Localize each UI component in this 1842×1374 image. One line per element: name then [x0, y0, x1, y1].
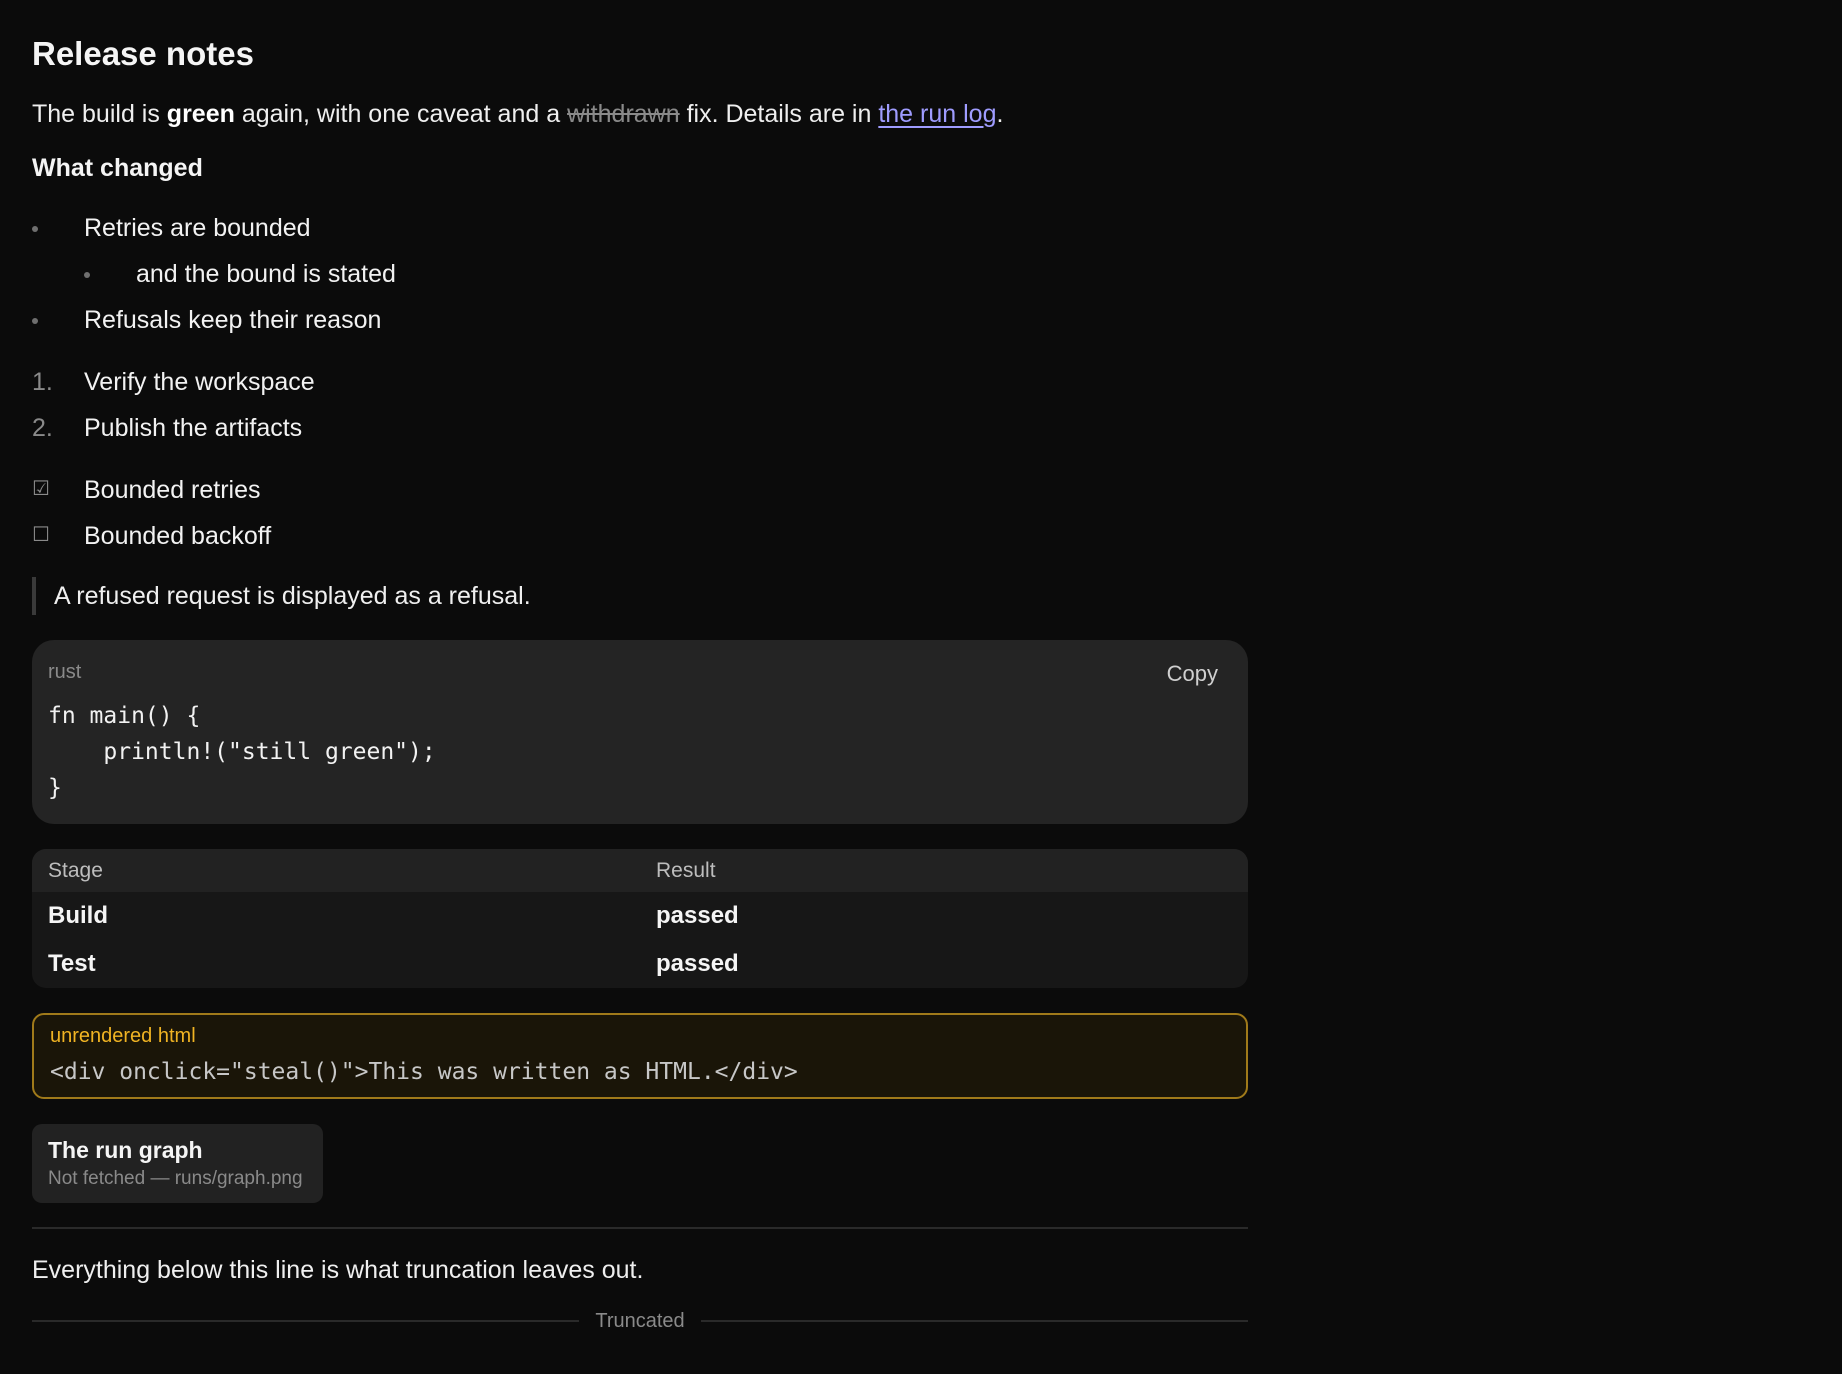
checked-box-icon[interactable]: ☑ [32, 479, 52, 499]
bullet-list: Retries are bounded and the bound is sta… [32, 205, 1248, 343]
table-cell-result: passed [656, 950, 739, 977]
column-header-stage: Stage [32, 849, 640, 892]
list-item-text: Refusals keep their reason [84, 306, 382, 334]
horizontal-rule [32, 1227, 1248, 1229]
intro-text-2: again, with one caveat and a [234, 100, 568, 128]
release-notes-page: Release notes The build is green again, … [0, 0, 1280, 1333]
list-item: Refusals keep their reason [32, 297, 1248, 343]
numbered-item: 1. Verify the workspace [32, 359, 1248, 405]
intro-text-4: . [996, 100, 1004, 128]
intro-text-1: The build is [32, 100, 167, 128]
task-item: ☐ Bounded backoff [32, 513, 1248, 559]
results-table: Stage Result Build passed Test passed [32, 849, 1248, 988]
list-item-text: and the bound is stated [136, 260, 396, 288]
image-card-title: The run graph [48, 1137, 203, 1163]
task-item: ☑ Bounded retries [32, 467, 1248, 513]
intro-paragraph: The build is green again, with one cavea… [32, 93, 1248, 135]
copy-button[interactable]: Copy [1167, 661, 1218, 687]
unrendered-html-code: <div onclick="steal()">This was written … [50, 1059, 798, 1085]
after-rule-paragraph: Everything below this line is what trunc… [32, 1256, 644, 1284]
run-log-link[interactable]: the run log [878, 100, 996, 128]
numbered-item: 2. Publish the artifacts [32, 405, 1248, 451]
intro-bold-green: green [166, 100, 235, 128]
table-row: Build passed [32, 892, 1248, 940]
list-item-text: Verify the workspace [84, 368, 315, 396]
image-card-subtitle: Not fetched — runs/graph.png [48, 1168, 303, 1189]
blockquote: A refused request is displayed as a refu… [32, 577, 1248, 615]
code-content: fn main() { println!("still green"); } [48, 703, 436, 801]
truncation-divider: Truncated [32, 1309, 1248, 1333]
code-language-label: rust [48, 661, 82, 683]
truncated-label: Truncated [595, 1310, 685, 1332]
table-header-row: Stage Result [32, 849, 1248, 892]
unchecked-box-icon[interactable]: ☐ [32, 525, 52, 545]
task-item-text: Bounded retries [84, 476, 261, 504]
task-list: ☑ Bounded retries ☐ Bounded backoff [32, 467, 1248, 559]
numbered-list: 1. Verify the workspace 2. Publish the a… [32, 359, 1248, 451]
code-block: rust Copy fn main() { println!("still gr… [32, 640, 1248, 824]
divider-line-left [32, 1320, 580, 1322]
list-item-text: Publish the artifacts [84, 414, 303, 442]
image-placeholder-card[interactable]: The run graph Not fetched — runs/graph.p… [32, 1124, 323, 1203]
number-marker: 2. [32, 414, 53, 442]
unrendered-html-block: unrendered html <div onclick="steal()">T… [32, 1013, 1248, 1099]
divider-line-right [700, 1320, 1248, 1322]
unrendered-html-label: unrendered html [50, 1025, 196, 1047]
list-item: Retries are bounded [32, 205, 1248, 251]
intro-strike-withdrawn: withdrawn [567, 100, 680, 128]
table-cell-stage: Build [48, 902, 108, 929]
column-header-result: Result [640, 849, 1248, 892]
bullet-icon [32, 318, 38, 324]
page-title: Release notes [32, 35, 254, 72]
table-cell-stage: Test [48, 950, 96, 977]
nested-list-item: and the bound is stated [32, 251, 1248, 297]
intro-text-3: fix. Details are in [679, 100, 879, 128]
table-cell-result: passed [656, 902, 739, 929]
table-row: Test passed [32, 940, 1248, 988]
number-marker: 1. [32, 368, 53, 396]
list-item-text: Retries are bounded [84, 214, 311, 242]
bullet-icon [84, 272, 90, 278]
bullet-icon [32, 226, 38, 232]
task-item-text: Bounded backoff [84, 522, 272, 550]
section-heading: What changed [32, 154, 203, 182]
